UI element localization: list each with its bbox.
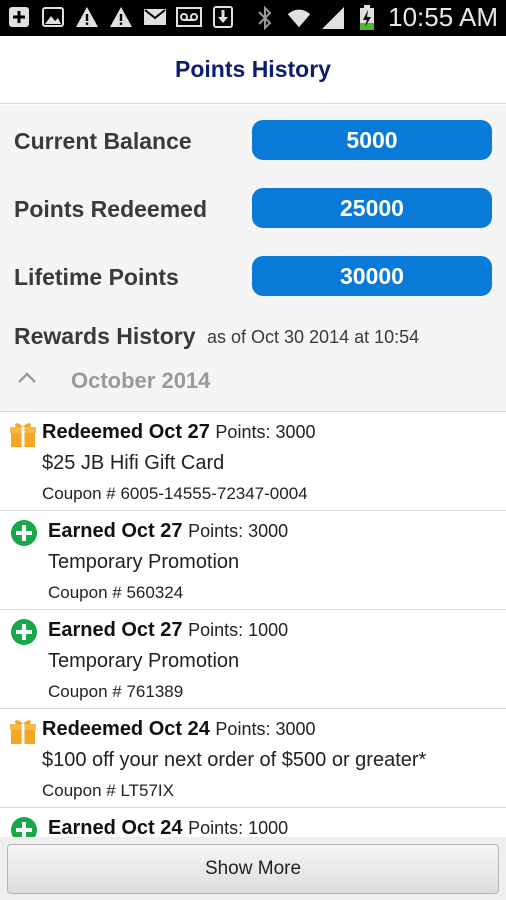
item-points: Points: 1000: [188, 620, 289, 640]
mail-icon: [142, 4, 168, 30]
history-item[interactable]: Earned Oct 27 Points: 1000 Temporary Pro…: [0, 609, 506, 708]
image-icon: [40, 4, 66, 30]
history-item[interactable]: Redeemed Oct 24 Points: 3000 $100 off yo…: [0, 708, 506, 807]
gift-icon: [10, 717, 36, 745]
item-points: Points: 3000: [188, 521, 289, 541]
current-balance-label: Current Balance: [14, 128, 192, 154]
show-more-button[interactable]: Show More: [7, 844, 499, 894]
item-description: $100 off your next order of $500 or grea…: [42, 749, 427, 771]
points-redeemed-value: 25000: [252, 188, 492, 228]
current-balance-value: 5000: [252, 120, 492, 160]
lifetime-points-label: Lifetime Points: [14, 264, 179, 290]
warning-icon: [74, 4, 100, 30]
item-points: Points: 3000: [215, 719, 316, 739]
item-description: Temporary Promotion: [48, 650, 240, 672]
rewards-history-timestamp: as of Oct 30 2014 at 10:54: [207, 327, 420, 347]
lifetime-points-value: 30000: [252, 256, 492, 296]
wifi-icon: [286, 5, 312, 31]
item-coupon: Coupon # 761389: [48, 682, 184, 701]
page-title: Points History: [175, 56, 331, 82]
points-summary: Current Balance 5000 Points Redeemed 250…: [0, 105, 506, 411]
notification-icons: [6, 4, 236, 30]
clock: 10:55 AM: [388, 2, 498, 32]
footer-bar: Show More: [0, 837, 506, 900]
points-redeemed-label: Points Redeemed: [14, 196, 207, 222]
history-item[interactable]: Earned Oct 27 Points: 3000 Temporary Pro…: [0, 510, 506, 609]
month-group-header[interactable]: October 2014: [71, 368, 210, 394]
gift-icon: [10, 420, 36, 448]
voicemail-icon: [176, 4, 202, 30]
item-title: Earned Oct 24: [48, 817, 183, 837]
plus-icon: [6, 4, 32, 30]
rewards-history-title: Rewards History: [14, 323, 196, 349]
rewards-history-list[interactable]: Redeemed Oct 27 Points: 3000 $25 JB Hifi…: [0, 411, 506, 837]
item-description: Temporary Promotion: [48, 551, 240, 573]
item-title: Earned Oct 27: [48, 619, 183, 641]
app-header: Points History: [0, 36, 506, 104]
warning-icon: [108, 4, 134, 30]
item-title: Redeemed Oct 24: [42, 718, 210, 740]
item-points: Points: 1000: [188, 818, 289, 837]
battery-charging-icon: [354, 4, 380, 31]
item-title: Earned Oct 27: [48, 520, 183, 542]
plus-circle-icon: [10, 618, 37, 646]
item-coupon: Coupon # 560324: [48, 583, 184, 602]
history-item[interactable]: Redeemed Oct 27 Points: 3000 $25 JB Hifi…: [0, 411, 506, 510]
signal-icon: [320, 5, 346, 31]
item-points: Points: 3000: [215, 422, 316, 442]
chevron-up-icon[interactable]: [16, 367, 38, 389]
item-coupon: Coupon # 6005-14555-72347-0004: [42, 484, 308, 503]
bluetooth-icon: [252, 5, 278, 31]
item-coupon: Coupon # LT57IX: [42, 781, 174, 800]
item-title: Redeemed Oct 27: [42, 421, 210, 443]
status-bar: 10:55 AM: [0, 0, 506, 36]
plus-circle-icon: [10, 816, 37, 837]
history-item[interactable]: Earned Oct 24 Points: 1000: [0, 807, 506, 837]
item-description: $25 JB Hifi Gift Card: [42, 452, 225, 474]
plus-circle-icon: [10, 519, 37, 547]
download-icon: [210, 4, 236, 30]
